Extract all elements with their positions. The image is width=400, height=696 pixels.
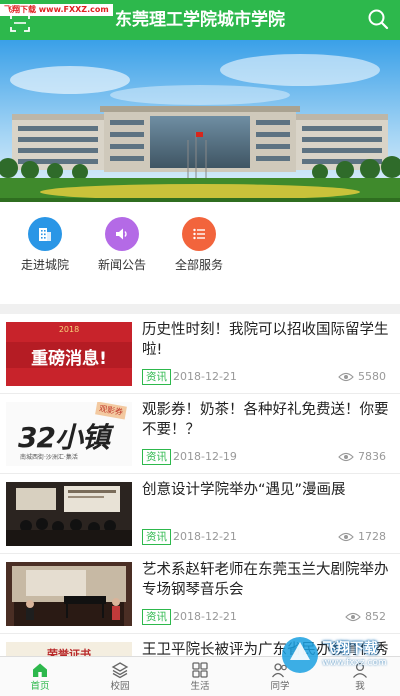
view-count: 5580 bbox=[338, 370, 386, 384]
news-item[interactable]: 2018 重磅消息! 历史性时刻！我院可以招收国际留学生啦! 资讯 2018-1… bbox=[0, 314, 400, 394]
building-icon bbox=[28, 217, 62, 251]
view-count: 7836 bbox=[338, 450, 386, 464]
badge-title: 飞翔下载 bbox=[322, 641, 378, 657]
view-count-value: 7836 bbox=[358, 450, 386, 463]
tab-label: 校园 bbox=[110, 681, 130, 692]
quick-link-label: 新闻公告 bbox=[97, 258, 146, 272]
tab-label: 我 bbox=[355, 681, 365, 692]
tab-label: 同学 bbox=[270, 681, 290, 692]
tab-life[interactable]: 生活 bbox=[160, 661, 240, 693]
news-date: 2018-12-21 bbox=[173, 530, 237, 543]
thumb-headline: 重磅消息! bbox=[31, 349, 107, 369]
thumb-caption: 南城西街·沙洲汇·集活 bbox=[20, 454, 78, 461]
news-tag: 资讯 bbox=[142, 449, 171, 465]
news-title: 艺术系赵轩老师在东莞玉兰大剧院举办专场钢琴音乐会 bbox=[142, 562, 389, 598]
eye-icon bbox=[338, 452, 354, 462]
home-icon bbox=[33, 663, 47, 677]
news-item[interactable]: 32小镇 南城西街·沙洲汇·集活 观影券 观影券！奶茶！各种好礼免费送！你要不要… bbox=[0, 394, 400, 474]
exhibition-photo bbox=[6, 482, 132, 546]
layers-icon bbox=[111, 662, 129, 679]
news-thumbnail: 2018 重磅消息! bbox=[6, 322, 132, 386]
news-date: 2018-12-21 bbox=[173, 370, 237, 383]
news-item[interactable]: 艺术系赵轩老师在东莞玉兰大剧院举办专场钢琴音乐会 资讯 2018-12-21 8… bbox=[0, 554, 400, 634]
speaker-icon bbox=[105, 217, 139, 251]
eye-icon bbox=[338, 532, 354, 542]
news-date: 2018-12-19 bbox=[173, 450, 237, 463]
watermark: 飞翔下载 www.FXXZ.com bbox=[0, 4, 113, 16]
concert-photo bbox=[6, 562, 132, 626]
news-tag: 资讯 bbox=[142, 609, 171, 625]
campus-building-image bbox=[0, 40, 400, 202]
tab-label: 生活 bbox=[190, 681, 210, 692]
eye-icon bbox=[345, 612, 361, 622]
section-divider bbox=[0, 304, 400, 314]
eye-icon bbox=[338, 372, 354, 382]
tab-campus[interactable]: 校园 bbox=[80, 661, 160, 693]
view-count-value: 852 bbox=[365, 610, 386, 623]
search-icon[interactable] bbox=[366, 7, 390, 31]
quick-links: 走进城院 新闻公告 全部服务 bbox=[0, 202, 400, 304]
news-tag: 资讯 bbox=[142, 369, 171, 385]
tab-label: 首页 bbox=[30, 681, 50, 692]
thumb-headline: 32小镇 bbox=[18, 421, 110, 454]
news-title: 历史性时刻！我院可以招收国际留学生啦! bbox=[142, 322, 389, 358]
badge-url: www.fxxz.com bbox=[322, 658, 387, 668]
news-item[interactable]: 创意设计学院举办“遇见”漫画展 资讯 2018-12-21 1728 bbox=[0, 474, 400, 554]
news-title: 创意设计学院举办“遇见”漫画展 bbox=[142, 482, 346, 498]
quick-link-label: 全部服务 bbox=[174, 258, 223, 272]
news-thumbnail bbox=[6, 562, 132, 626]
thumb-year: 2018 bbox=[58, 325, 80, 334]
news-thumbnail: 荣誉证书 bbox=[6, 642, 132, 656]
view-count: 1728 bbox=[338, 530, 386, 544]
news-list: 2018 重磅消息! 历史性时刻！我院可以招收国际留学生啦! 资讯 2018-1… bbox=[0, 314, 400, 656]
list-icon bbox=[182, 217, 216, 251]
news-tag: 资讯 bbox=[142, 529, 171, 545]
news-title: 观影券！奶茶！各种好礼免费送！你要不要！？ bbox=[142, 402, 389, 438]
view-count-value: 5580 bbox=[358, 370, 386, 383]
grid-icon bbox=[192, 662, 208, 678]
quick-link-all-services[interactable]: 全部服务 bbox=[159, 217, 239, 272]
quick-link-news[interactable]: 新闻公告 bbox=[82, 217, 162, 272]
view-count-value: 1728 bbox=[358, 530, 386, 543]
news-thumbnail bbox=[6, 482, 132, 546]
tab-home[interactable]: 首页 bbox=[0, 661, 80, 693]
campus-banner[interactable] bbox=[0, 40, 400, 202]
news-date: 2018-12-21 bbox=[173, 610, 237, 623]
view-count: 852 bbox=[345, 610, 386, 624]
news-thumbnail: 32小镇 南城西街·沙洲汇·集活 观影券 bbox=[6, 402, 132, 466]
quick-link-label: 走进城院 bbox=[20, 258, 69, 272]
download-site-badge: 飞翔下载 www.fxxz.com bbox=[278, 630, 396, 680]
quick-link-campus-intro[interactable]: 走进城院 bbox=[5, 217, 85, 272]
thumb-headline: 荣誉证书 bbox=[47, 648, 91, 656]
